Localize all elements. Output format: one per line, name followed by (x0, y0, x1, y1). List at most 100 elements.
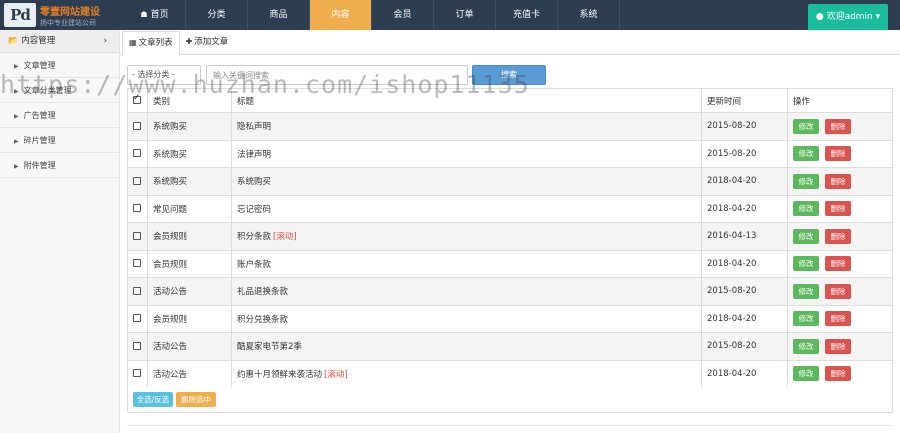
edit-button[interactable]: 修改 (793, 201, 819, 217)
article-title[interactable]: 酷夏家电节第2季 (237, 342, 302, 352)
nav-category[interactable]: 分类 (186, 0, 248, 30)
cell-title: 积分条款 [滚动] (231, 222, 702, 251)
sidebar-header-label: 内容管理 (21, 36, 56, 46)
sidebar-item-articles[interactable]: ▶ 文章管理 (0, 53, 119, 78)
user-icon: ● (815, 12, 824, 22)
article-title[interactable]: 隐私声明 (237, 122, 271, 132)
row-checkbox[interactable] (133, 259, 141, 268)
cell-actions: 修改 删除 (787, 139, 893, 168)
caret-right-icon: ▶ (14, 138, 19, 145)
edit-button[interactable]: 修改 (793, 173, 819, 189)
edit-button[interactable]: 修改 (793, 228, 819, 244)
row-checkbox-cell (127, 277, 148, 306)
row-checkbox[interactable] (133, 149, 141, 158)
nav-members[interactable]: 会员 (372, 0, 434, 30)
sidebar-header[interactable]: 📂 内容管理 › (0, 30, 119, 53)
row-checkbox[interactable] (133, 369, 141, 378)
header-checkbox-cell (127, 88, 148, 113)
edit-button[interactable]: 修改 (793, 283, 819, 299)
article-title[interactable]: 忘记密码 (237, 205, 271, 215)
category-select-value: 选择分类 (137, 70, 170, 79)
delete-button[interactable]: 删除 (825, 283, 851, 299)
sidebar-item-label: 文章分类管理 (23, 86, 72, 95)
tab-add-article[interactable]: ✚ 添加文章 (180, 30, 235, 55)
edit-button[interactable]: 修改 (793, 338, 819, 354)
cell-category: 活动公告 (147, 277, 232, 306)
nav-recharge-cards[interactable]: 充值卡 (496, 0, 558, 30)
select-all-button[interactable]: 全选/反选 (133, 392, 173, 407)
nav-home-label: 首页 (150, 10, 169, 20)
row-checkbox[interactable] (133, 121, 141, 130)
cell-category: 会员规则 (147, 222, 232, 251)
scroll-tag: [滚动] (273, 232, 297, 243)
article-title[interactable]: 账户条款 (237, 260, 271, 270)
logo-subtitle: 扬中专业建站公司 (40, 19, 96, 27)
edit-button[interactable]: 修改 (793, 118, 819, 134)
category-select[interactable]: - 选择分类 - (127, 65, 201, 85)
sidebar-item-fragments[interactable]: ▶ 碎片管理 (0, 128, 119, 153)
delete-button[interactable]: 删除 (825, 366, 851, 382)
logo[interactable]: Pd 零壹网站建设 扬中专业建站公司 (0, 0, 135, 30)
row-checkbox-cell (127, 222, 148, 251)
user-menu-button[interactable]: ● 欢迎admin ▾ (808, 4, 888, 30)
edit-button[interactable]: 修改 (793, 256, 819, 272)
sidebar-item-ads[interactable]: ▶ 广告管理 (0, 103, 119, 128)
delete-button[interactable]: 删除 (825, 256, 851, 272)
select-all-checkbox[interactable] (133, 93, 141, 104)
cell-actions: 修改 删除 (787, 167, 893, 196)
sidebar-item-label: 碎片管理 (23, 136, 56, 145)
edit-button[interactable]: 修改 (793, 311, 819, 327)
row-checkbox[interactable] (133, 286, 141, 295)
row-checkbox[interactable] (133, 204, 141, 213)
keyword-search-input[interactable] (206, 65, 468, 85)
article-title[interactable]: 积分兑换条款 (237, 315, 288, 325)
cell-title: 酷夏家电节第2季 (231, 332, 702, 361)
nav-content[interactable]: 内容 (310, 0, 372, 30)
nav-home[interactable]: ☗ 首页 (124, 0, 186, 30)
delete-selected-button[interactable]: 删除选中 (176, 392, 216, 407)
delete-button[interactable]: 删除 (825, 201, 851, 217)
tab-article-list[interactable]: ▦ 文章列表 (122, 31, 180, 56)
delete-button[interactable]: 删除 (825, 173, 851, 189)
edit-button[interactable]: 修改 (793, 146, 819, 162)
caret-right-icon: ▶ (14, 88, 19, 95)
row-checkbox-cell (127, 359, 148, 388)
nav-system[interactable]: 系统 (558, 0, 620, 30)
search-button[interactable]: 搜索 (472, 65, 546, 85)
delete-button[interactable]: 删除 (825, 118, 851, 134)
article-title[interactable]: 积分条款 (237, 232, 271, 242)
cell-title: 约惠十月领鲜来袭活动 [滚动] (231, 359, 702, 388)
article-title[interactable]: 约惠十月领鲜来袭活动 (237, 370, 322, 380)
sidebar-item-article-categories[interactable]: ▶ 文章分类管理 (0, 78, 119, 103)
table-row: 系统购买 系统购买 2018-04-20 修改 删除 (127, 167, 893, 196)
tab-label: 添加文章 (194, 37, 229, 47)
cell-title: 系统购买 (231, 167, 702, 196)
scroll-tag: [滚动] (324, 369, 348, 380)
cell-date: 2018-04-20 (701, 194, 788, 223)
nav-orders[interactable]: 订单 (434, 0, 496, 30)
row-checkbox[interactable] (133, 231, 141, 240)
row-checkbox[interactable] (133, 314, 141, 323)
cell-actions: 修改 删除 (787, 332, 893, 361)
delete-button[interactable]: 删除 (825, 146, 851, 162)
sidebar-item-attachments[interactable]: ▶ 附件管理 (0, 153, 119, 178)
row-checkbox[interactable] (133, 176, 141, 185)
cell-category: 活动公告 (147, 332, 232, 361)
delete-button[interactable]: 删除 (825, 228, 851, 244)
edit-button[interactable]: 修改 (793, 366, 819, 382)
delete-button[interactable]: 删除 (825, 338, 851, 354)
sidebar-item-label: 广告管理 (23, 111, 56, 120)
nav-products[interactable]: 商品 (248, 0, 310, 30)
user-menu-label: 欢迎admin (826, 12, 873, 22)
article-title[interactable]: 礼品退换条款 (237, 287, 288, 297)
article-title[interactable]: 系统购买 (237, 177, 271, 187)
table-row: 活动公告 酷夏家电节第2季 2015-08-20 修改 删除 (127, 332, 893, 361)
delete-button[interactable]: 删除 (825, 311, 851, 327)
row-checkbox[interactable] (133, 341, 141, 350)
article-table: 类别 标题 更新时间 操作 系统购买隐私声明2015-08-20修改删除系统购买… (127, 88, 893, 388)
row-checkbox-cell (127, 167, 148, 196)
cell-category: 系统购买 (147, 167, 232, 196)
cell-title: 积分兑换条款 (231, 304, 702, 333)
article-title[interactable]: 法律声明 (237, 150, 271, 160)
caret-right-icon: ▶ (14, 163, 19, 170)
